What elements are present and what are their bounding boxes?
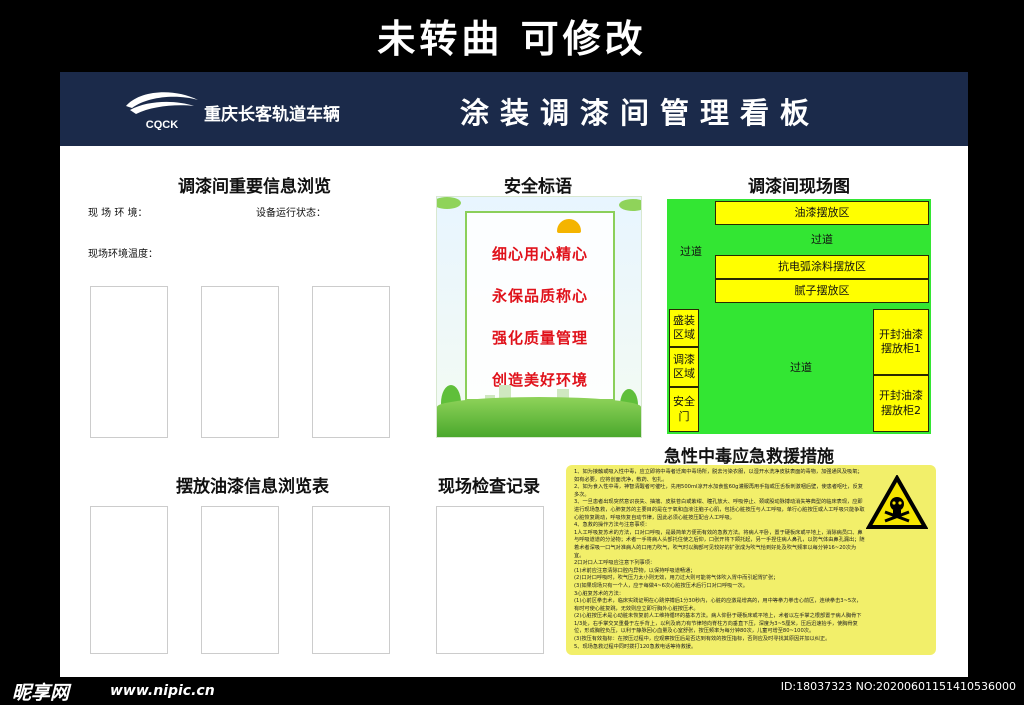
logo-text: CQCK bbox=[146, 119, 178, 130]
board-title: 涂装调漆间管理看板 bbox=[460, 96, 821, 130]
site-url: www.nipic.cn bbox=[110, 683, 215, 699]
aisle-top: 过道 bbox=[811, 233, 833, 246]
zone-exit: 安全门 bbox=[669, 387, 699, 432]
emergency-title: 急性中毒应急救援措施 bbox=[664, 447, 834, 467]
emergency-line: (3)按压有效指标：在按压过程中，应观察按压后是否达到有效的按压指标，否则应及时… bbox=[574, 636, 831, 643]
emergency-text: 1、如为接触或吸入性中毒，应立即将中毒者迁离中毒场所，脱去污染衣服，以湿开水洗净… bbox=[574, 469, 866, 651]
lawn-decoration bbox=[437, 397, 641, 437]
emergency-line: (2)口对口呼吸时，吹气压力太小则无效，用力过大则可能将气体吹入胃中而引起胃扩张… bbox=[574, 575, 779, 582]
image-id: ID:18037323 NO:20200601151410536000 bbox=[780, 680, 1016, 693]
zone-antistatic: 抗电弧涂料摆放区 bbox=[715, 255, 929, 279]
emergency-line: 2口对口人工呼吸应注意下列事项： bbox=[574, 560, 656, 567]
zone-mixing: 调漆区域 bbox=[669, 347, 699, 387]
zone-cabinet-2: 开封油漆摆放柜2 bbox=[873, 375, 929, 432]
paint-frame-1 bbox=[90, 506, 168, 654]
slogan-2: 永保品质称心 bbox=[491, 287, 588, 305]
device-status-label: 设备运行状态： bbox=[256, 208, 326, 219]
emergency-line: 5、现场急救过程中同时拨打120急救电话等待救援。 bbox=[574, 643, 697, 650]
top-banner: 未转曲 可修改 bbox=[377, 16, 647, 61]
info-frame-1 bbox=[90, 286, 168, 438]
inspection-title: 现场检查记录 bbox=[438, 477, 540, 497]
emergency-line: 2、如为食入性中毒，神智清醒者可催吐，先用500ml凉开水加食盐60g灌服再用手… bbox=[574, 484, 863, 498]
slogan-3: 强化质量管理 bbox=[491, 329, 588, 347]
site-watermark-logo: 昵享网 bbox=[12, 682, 70, 704]
board-header: CQCK 重庆长客轨道车辆 涂装调漆间管理看板 bbox=[60, 72, 968, 146]
paint-frame-2 bbox=[201, 506, 279, 654]
zone-putty: 腻子摆放区 bbox=[715, 279, 929, 303]
zone-paint: 油漆摆放区 bbox=[715, 201, 929, 225]
emergency-line: 3心脏复苏术的方法： bbox=[574, 590, 624, 597]
paint-table-title: 摆放油漆信息浏览表 bbox=[176, 477, 329, 497]
inspection-frame bbox=[436, 506, 544, 654]
emergency-panel: 1、如为接触或吸入性中毒，应立即将中毒者迁离中毒场所，脱去污染衣服，以湿开水洗净… bbox=[566, 465, 936, 655]
company-name: 重庆长客轨道车辆 bbox=[204, 105, 340, 125]
temperature-label: 现场环境温度： bbox=[88, 249, 158, 260]
emergency-line: 1人工呼吸复苏术的方法，口对口呼吸，是最简单方便而有效的急救方法。将病人平卧，置… bbox=[574, 529, 865, 559]
emergency-line: 4、急救的操作方法与注意事项： bbox=[574, 522, 650, 529]
site-map: 油漆摆放区 过道 抗电弧涂料摆放区 腻子摆放区 过道 盛装区域 调漆区域 安全门… bbox=[667, 199, 931, 434]
sitemap-section-title: 调漆间现场图 bbox=[748, 177, 850, 197]
zone-cabinet-1: 开封油漆摆放柜1 bbox=[873, 309, 929, 375]
toxic-hazard-icon bbox=[866, 475, 928, 529]
safety-section-title: 安全标语 bbox=[504, 177, 572, 197]
safety-poster: 细心用心精心 永保品质称心 强化质量管理 创造美好环境 bbox=[436, 196, 642, 438]
aisle-center: 过道 bbox=[790, 361, 812, 374]
zone-container: 盛装区域 bbox=[669, 309, 699, 347]
env-label: 现 场 环 境： bbox=[88, 208, 148, 219]
slogan-1: 细心用心精心 bbox=[491, 245, 588, 263]
info-frame-3 bbox=[312, 286, 390, 438]
safety-helmet-icon bbox=[557, 219, 581, 233]
info-section-title: 调漆间重要信息浏览 bbox=[178, 177, 331, 197]
aisle-left: 过道 bbox=[680, 245, 702, 258]
emergency-line: 1、如为接触或吸入性中毒，应立即将中毒者迁离中毒场所，脱去污染衣服，以湿开水洗净… bbox=[574, 469, 863, 483]
emergency-line: (3)如果现场只有一个人，应于每做4~6次心脏按压术后行口对口呼吸一次。 bbox=[574, 582, 748, 589]
emergency-line: (2)心脏按压术是心动脏未恢复前人工维持循环的基本方法。病人仰卧于硬板床或平地上… bbox=[574, 613, 862, 635]
cqck-logo-icon: CQCK bbox=[126, 92, 198, 130]
paint-frame-3 bbox=[312, 506, 390, 654]
slogan-panel: 细心用心精心 永保品质称心 强化质量管理 创造美好环境 bbox=[465, 211, 615, 401]
management-board: CQCK 重庆长客轨道车辆 涂装调漆间管理看板 调漆间重要信息浏览 现 场 环 … bbox=[60, 72, 968, 677]
info-frame-2 bbox=[201, 286, 279, 438]
emergency-line: (1)心前区拳击术，临床实践证明在心跳停搏后1分30秒内，心脏的应激是增高的，用… bbox=[574, 598, 862, 612]
emergency-line: 3、一旦患者出现突然意识丧失、抽搐、皮肤苍白或紫绀、瞳孔放大、呼吸停止、颈或股动… bbox=[574, 499, 865, 521]
